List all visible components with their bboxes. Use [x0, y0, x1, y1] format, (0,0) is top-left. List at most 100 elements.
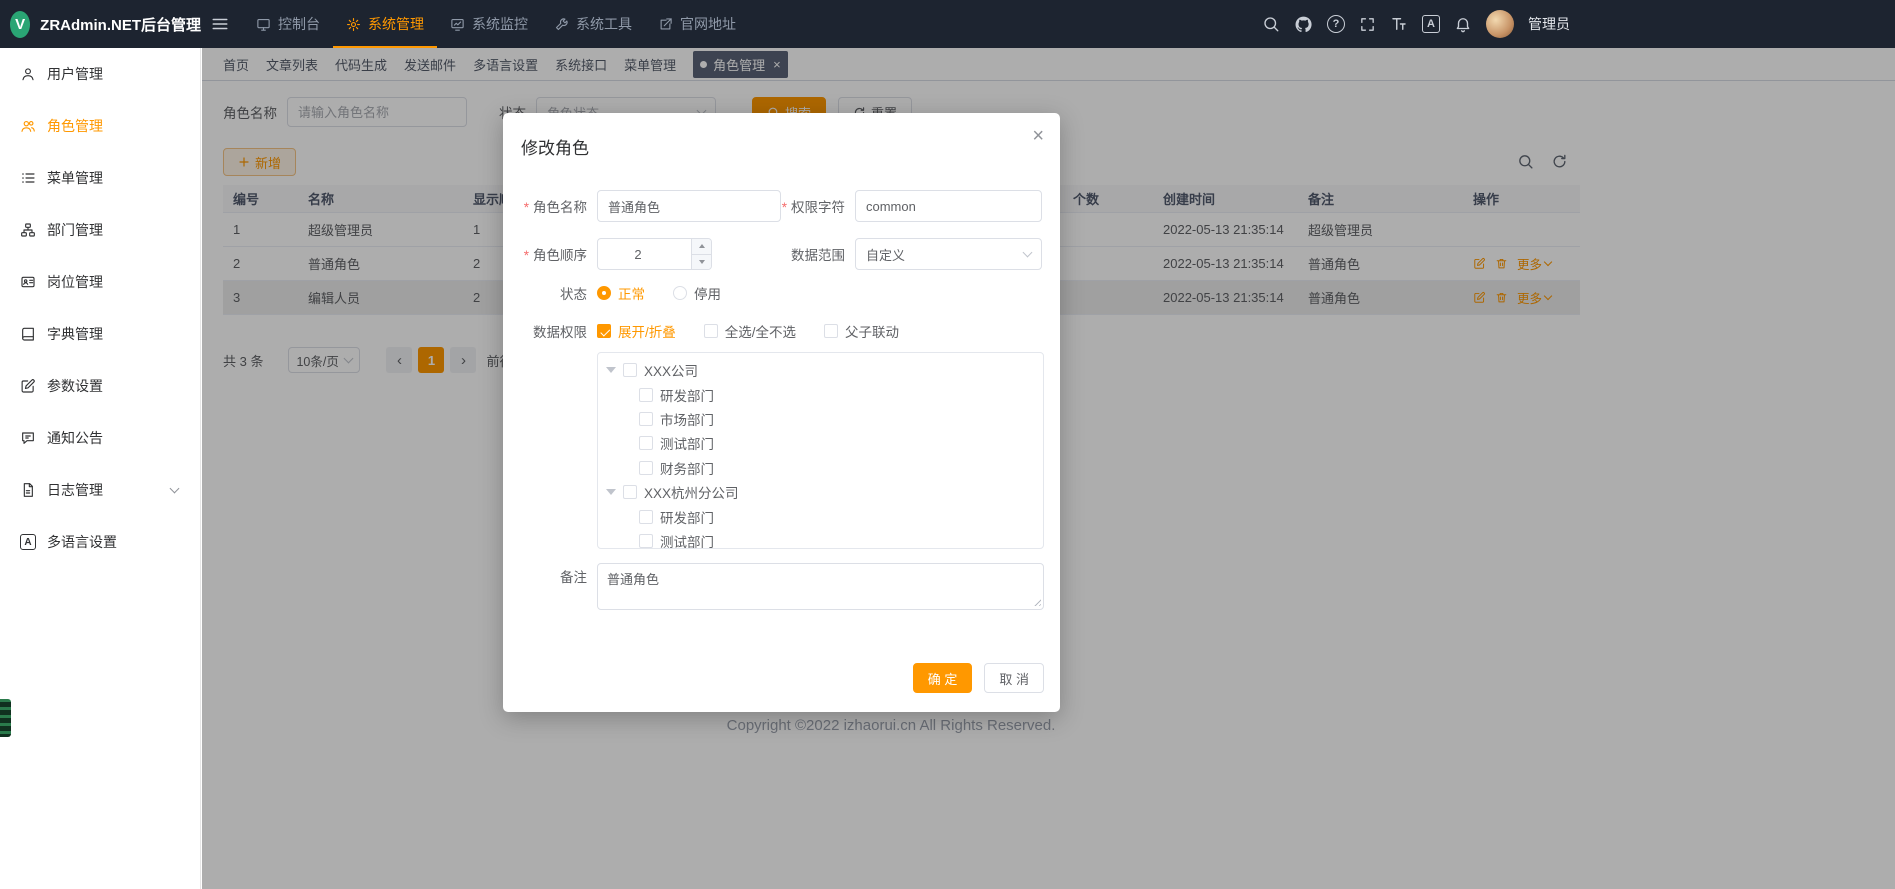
sidebar-item-departments[interactable]: 部门管理: [0, 204, 200, 256]
tree-node-label: 市场部门: [660, 409, 714, 429]
nav-label: 系统监控: [472, 14, 528, 34]
role-name-input[interactable]: [597, 190, 781, 222]
checkbox-parent-child-link[interactable]: 父子联动: [824, 321, 899, 341]
tree-node-root[interactable]: XXX公司: [606, 358, 1043, 382]
sidebar-item-parameters[interactable]: 参数设置: [0, 360, 200, 412]
caret-down-icon[interactable]: [606, 367, 616, 373]
tree-node-child[interactable]: 研发部门: [606, 382, 1043, 406]
remark-label: 备注: [503, 563, 597, 593]
tree-node-label: 研发部门: [660, 385, 714, 405]
radio-normal[interactable]: 正常: [597, 283, 645, 303]
wrench-icon: [554, 17, 569, 32]
radio-disabled[interactable]: 停用: [673, 283, 721, 303]
nav-label: 控制台: [278, 14, 320, 34]
form-row: 状态 正常 停用: [503, 283, 749, 303]
app-title: ZRAdmin.NET后台管理: [40, 14, 201, 35]
book-icon: [20, 326, 36, 342]
sidebar-item-roles[interactable]: 角色管理: [0, 100, 200, 152]
checkbox-label: 父子联动: [845, 321, 899, 341]
data-permission-label: 数据权限: [503, 321, 597, 341]
checkbox-icon[interactable]: [639, 461, 653, 475]
checkbox-icon[interactable]: [639, 388, 653, 402]
nav-label: 官网地址: [680, 14, 736, 34]
sidebar-item-i18n[interactable]: A 多语言设置: [0, 516, 200, 568]
sidebar-item-label: 字典管理: [47, 324, 103, 344]
nav-label: 系统管理: [368, 14, 424, 34]
sidebar-item-notices[interactable]: 通知公告: [0, 412, 200, 464]
checkbox-icon[interactable]: [639, 412, 653, 426]
remark-textarea-wrap: 普通角色: [597, 563, 1044, 610]
nav-label: 系统工具: [576, 14, 632, 34]
checkbox-select-all[interactable]: 全选/全不选: [704, 321, 796, 341]
sidebar-item-menus[interactable]: 菜单管理: [0, 152, 200, 204]
checkbox-icon[interactable]: [623, 485, 637, 499]
fullscreen-icon[interactable]: [1359, 16, 1376, 33]
role-order-stepper[interactable]: [597, 238, 712, 270]
perm-char-label: 权限字符: [781, 196, 855, 216]
tree-node-child[interactable]: 研发部门: [606, 504, 1043, 528]
checkbox-icon[interactable]: [639, 436, 653, 450]
data-scope-select[interactable]: 自定义: [855, 238, 1042, 270]
remark-textarea[interactable]: 普通角色: [597, 563, 1044, 610]
tree-node-child[interactable]: 财务部门: [606, 456, 1043, 480]
top-nav: 控制台 系统管理 系统监控 系统工具 官网地址: [243, 0, 749, 48]
tree-node-label: XXX杭州分公司: [644, 482, 739, 502]
monitor-icon: [256, 17, 271, 32]
nav-item-console[interactable]: 控制台: [243, 0, 333, 48]
tree-node-child[interactable]: 市场部门: [606, 407, 1043, 431]
tree-node-child[interactable]: 测试部门: [606, 529, 1043, 549]
checkbox-icon[interactable]: [623, 363, 637, 377]
bell-icon[interactable]: [1454, 15, 1472, 33]
arrow-up-icon: [699, 244, 705, 248]
radio-icon: [673, 286, 687, 300]
dialog-title: 修改角色: [521, 134, 589, 159]
menu-list-icon: [20, 170, 36, 186]
nav-item-system-tools[interactable]: 系统工具: [541, 0, 645, 48]
role-order-input[interactable]: [598, 247, 678, 262]
document-icon: [20, 482, 36, 498]
nav-item-system-monitor[interactable]: 系统监控: [437, 0, 541, 48]
cancel-button[interactable]: 取 消: [984, 663, 1044, 693]
sidebar-item-label: 用户管理: [47, 64, 103, 84]
checkbox-icon[interactable]: [639, 510, 653, 524]
devtools-badge[interactable]: [0, 699, 11, 737]
confirm-button[interactable]: 确 定: [913, 663, 973, 693]
tree-node-root[interactable]: XXX杭州分公司: [606, 480, 1043, 504]
search-icon[interactable]: [1262, 15, 1280, 33]
close-icon[interactable]: ×: [1032, 126, 1044, 146]
gear-icon: [346, 17, 361, 32]
sidebar-item-label: 参数设置: [47, 376, 103, 396]
sidebar-item-posts[interactable]: 岗位管理: [0, 256, 200, 308]
increment-button[interactable]: [692, 239, 711, 255]
sidebar-item-dictionary[interactable]: 字典管理: [0, 308, 200, 360]
github-icon[interactable]: [1294, 15, 1313, 34]
app-logo[interactable]: V ZRAdmin.NET后台管理: [0, 11, 201, 38]
checkbox-icon[interactable]: [639, 534, 653, 548]
sidebar-item-label: 部门管理: [47, 220, 103, 240]
perm-char-input[interactable]: [855, 190, 1042, 222]
chevron-down-icon: [170, 483, 180, 493]
edit-role-dialog: 修改角色 × 角色名称 权限字符 角色顺序 数据范围 自定义 状态 正常: [503, 113, 1060, 712]
checkbox-label: 展开/折叠: [618, 321, 676, 341]
radio-label: 停用: [694, 283, 721, 303]
decrement-button[interactable]: [692, 255, 711, 270]
font-size-icon[interactable]: [1390, 15, 1408, 33]
language-icon[interactable]: A: [1422, 15, 1440, 33]
radio-label: 正常: [618, 283, 645, 303]
nav-item-system-manage[interactable]: 系统管理: [333, 0, 437, 48]
nav-item-official-site[interactable]: 官网地址: [645, 0, 749, 48]
user-name[interactable]: 管理员: [1528, 14, 1570, 34]
checkbox-expand-collapse[interactable]: 展开/折叠: [597, 321, 676, 341]
checkbox-icon: [597, 324, 611, 338]
sidebar-item-label: 菜单管理: [47, 168, 103, 188]
sidebar-item-users[interactable]: 用户管理: [0, 48, 200, 100]
caret-down-icon[interactable]: [606, 489, 616, 495]
help-icon[interactable]: ?: [1327, 15, 1345, 33]
avatar[interactable]: [1486, 10, 1514, 38]
sidebar-item-logs[interactable]: 日志管理: [0, 464, 200, 516]
sidebar-item-label: 日志管理: [47, 480, 103, 500]
header-actions: ? A 管理员: [1262, 0, 1570, 48]
id-card-icon: [20, 274, 36, 290]
hamburger-icon[interactable]: [211, 15, 229, 33]
tree-node-child[interactable]: 测试部门: [606, 431, 1043, 455]
